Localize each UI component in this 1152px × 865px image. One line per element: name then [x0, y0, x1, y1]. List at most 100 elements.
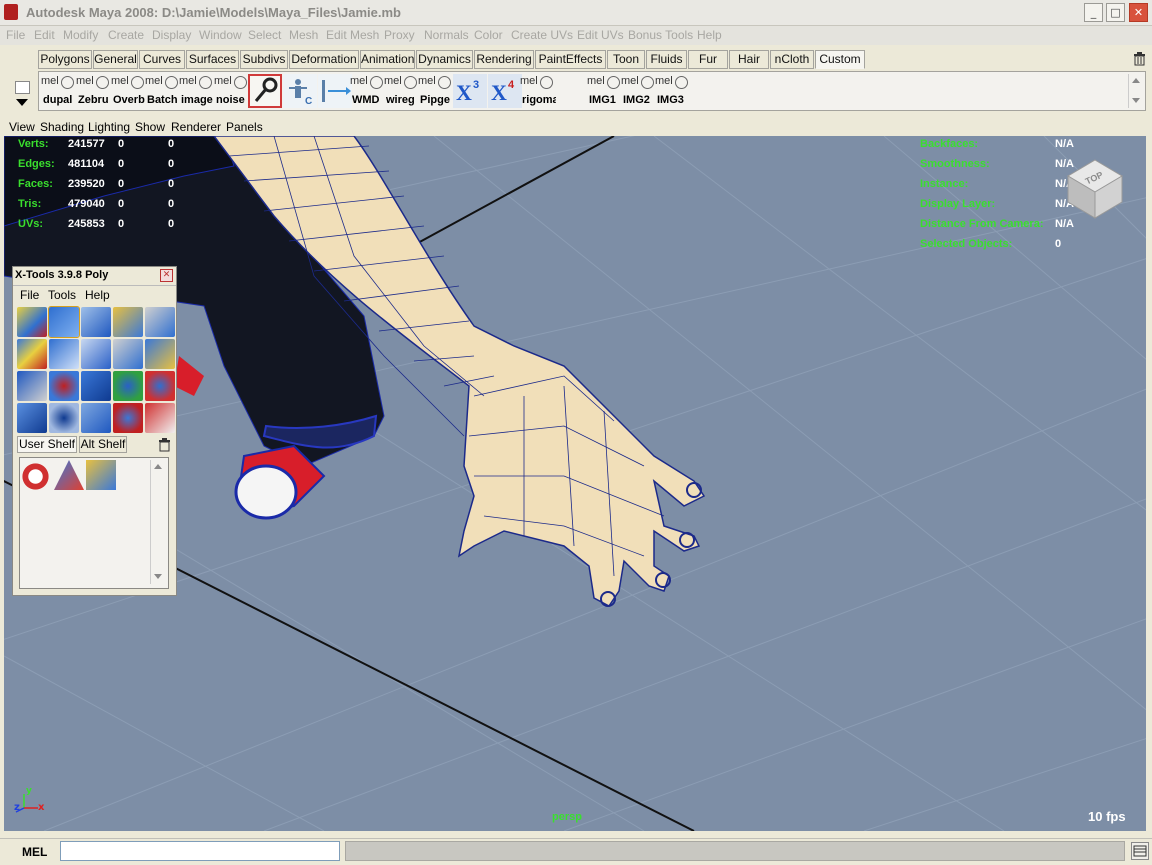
xtools-menu-file[interactable]: File: [20, 288, 39, 302]
shelf-button-dupal[interactable]: mel dupal: [41, 74, 75, 108]
panel-menu-lighting[interactable]: Lighting: [88, 120, 130, 134]
xtools-tool-15-icon[interactable]: [145, 371, 175, 401]
shelf-menu-arrow-icon[interactable]: [16, 99, 28, 106]
xtools-tool-1-icon[interactable]: [17, 307, 47, 337]
xtools-tool-17-icon[interactable]: [49, 403, 79, 433]
script-editor-button[interactable]: [1131, 842, 1149, 860]
menu-create-uvs[interactable]: Create UVs: [511, 28, 573, 42]
menu-help[interactable]: Help: [697, 28, 722, 42]
minimize-button[interactable]: _: [1084, 3, 1103, 22]
shelf-button-character[interactable]: C: [283, 74, 317, 108]
scroll-down-icon[interactable]: [154, 574, 162, 579]
menu-proxy[interactable]: Proxy: [384, 28, 415, 42]
panel-menu-show[interactable]: Show: [135, 120, 165, 134]
xtools-shelf-plane-icon[interactable]: [86, 460, 116, 490]
xtools-tool-10-icon[interactable]: [145, 339, 175, 369]
xtools-tool-13-icon[interactable]: [81, 371, 111, 401]
menu-mesh[interactable]: Mesh: [289, 28, 318, 42]
shelf-button-batch[interactable]: mel Batch: [145, 74, 179, 108]
shelf-button-xtools4[interactable]: X4: [488, 74, 522, 108]
shelf-button-wireg[interactable]: mel wireg: [384, 74, 418, 108]
shelf-button-rigoma[interactable]: mel rigoma: [520, 74, 556, 108]
xtools-shelf-cone-icon[interactable]: [54, 460, 84, 490]
xtools-tool-20-icon[interactable]: [145, 403, 175, 433]
xtools-tab-alt-shelf[interactable]: Alt Shelf: [79, 436, 127, 453]
panel-menu-renderer[interactable]: Renderer: [171, 120, 221, 134]
close-button[interactable]: ✕: [1129, 3, 1148, 22]
shelf-tab-toon[interactable]: Toon: [607, 50, 645, 69]
scroll-down-icon[interactable]: [1132, 98, 1140, 103]
menu-window[interactable]: Window: [199, 28, 242, 42]
shelf-tab-fluids[interactable]: Fluids: [646, 50, 687, 69]
shelf-tab-dynamics[interactable]: Dynamics: [416, 50, 473, 69]
shelf-button-img3[interactable]: mel IMG3: [655, 74, 689, 108]
xtools-window[interactable]: X-Tools 3.9.8 Poly ✕ File Tools Help Use…: [12, 266, 177, 596]
shelf-button-pipge[interactable]: mel Pipge: [418, 74, 452, 108]
shelf-tab-polygons[interactable]: Polygons: [38, 50, 92, 69]
xtools-tool-14-icon[interactable]: [113, 371, 143, 401]
shelf-button-wmd[interactable]: mel WMD: [350, 74, 384, 108]
shelf-button-xtools3[interactable]: X3: [453, 74, 487, 108]
shelf-tab-ncloth[interactable]: nCloth: [770, 50, 814, 69]
shelf-button-transfer[interactable]: [318, 74, 352, 108]
xtools-tool-7-icon[interactable]: [49, 339, 79, 369]
shelf-tab-painteffects[interactable]: PaintEffects: [535, 50, 606, 69]
menu-normals[interactable]: Normals: [424, 28, 469, 42]
xtools-tool-12-icon[interactable]: [49, 371, 79, 401]
view-cube[interactable]: TOP: [1064, 158, 1126, 220]
xtools-tool-16-icon[interactable]: [17, 403, 47, 433]
shelf-tab-general[interactable]: General: [93, 50, 138, 69]
xtools-titlebar[interactable]: X-Tools 3.9.8 Poly ✕: [13, 267, 176, 286]
shelf-tab-rendering[interactable]: Rendering: [474, 50, 534, 69]
shelf-button-noise[interactable]: mel noise: [214, 74, 248, 108]
scroll-up-icon[interactable]: [154, 464, 162, 469]
xtools-tool-19-icon[interactable]: [113, 403, 143, 433]
xtools-tab-user-shelf[interactable]: User Shelf: [17, 436, 77, 453]
maximize-button[interactable]: □: [1106, 3, 1125, 22]
xtools-menu-help[interactable]: Help: [85, 288, 110, 302]
shelf-tab-subdivs[interactable]: Subdivs: [240, 50, 288, 69]
shelf-tab-curves[interactable]: Curves: [139, 50, 185, 69]
shelf-tab-custom[interactable]: Custom: [815, 50, 865, 69]
shelf-button-overb[interactable]: mel Overb: [111, 74, 145, 108]
xtools-menu-tools[interactable]: Tools: [48, 288, 76, 302]
xtools-shelf-undo-icon[interactable]: [22, 460, 52, 490]
xtools-trash-icon[interactable]: [158, 437, 171, 452]
mel-command-input[interactable]: [60, 841, 340, 861]
xtools-tool-9-icon[interactable]: [113, 339, 143, 369]
menu-color[interactable]: Color: [474, 28, 503, 42]
xtools-tool-6-icon[interactable]: [17, 339, 47, 369]
shelf-button-image[interactable]: mel image: [179, 74, 213, 108]
menu-bonus-tools[interactable]: Bonus Tools: [628, 28, 693, 42]
menu-create[interactable]: Create: [108, 28, 144, 42]
shelf-button-zebru[interactable]: mel Zebru: [76, 74, 110, 108]
panel-menu-shading[interactable]: Shading: [40, 120, 84, 134]
shelf-tab-hair[interactable]: Hair: [729, 50, 769, 69]
xtools-tool-11-icon[interactable]: [17, 371, 47, 401]
xtools-tool-18-icon[interactable]: [81, 403, 111, 433]
shelf-tab-surfaces[interactable]: Surfaces: [186, 50, 239, 69]
shelf-tab-deformation[interactable]: Deformation: [289, 50, 359, 69]
xtools-tool-2-icon[interactable]: [48, 306, 80, 338]
xtools-shelf-scrollbar[interactable]: [150, 460, 165, 584]
menu-edit-uvs[interactable]: Edit UVs: [577, 28, 624, 42]
shelf-button-wrench[interactable]: [248, 74, 282, 108]
menu-select[interactable]: Select: [248, 28, 281, 42]
xtools-close-button[interactable]: ✕: [160, 269, 173, 282]
menu-edit-mesh[interactable]: Edit Mesh: [326, 28, 379, 42]
xtools-tool-3-icon[interactable]: [81, 307, 111, 337]
mel-language-toggle[interactable]: MEL: [22, 845, 47, 859]
shelf-menu-control[interactable]: [12, 75, 32, 111]
menu-file[interactable]: File: [6, 28, 25, 42]
shelf-tab-toggle[interactable]: [15, 81, 30, 94]
menu-display[interactable]: Display: [152, 28, 191, 42]
panel-menu-view[interactable]: View: [9, 120, 35, 134]
menu-edit[interactable]: Edit: [34, 28, 55, 42]
xtools-tool-8-icon[interactable]: [81, 339, 111, 369]
shelf-button-img1[interactable]: mel IMG1: [587, 74, 621, 108]
xtools-tool-4-icon[interactable]: [113, 307, 143, 337]
shelf-tab-fur[interactable]: Fur: [688, 50, 728, 69]
scroll-up-icon[interactable]: [1132, 78, 1140, 83]
shelf-tab-animation[interactable]: Animation: [360, 50, 415, 69]
menu-modify[interactable]: Modify: [63, 28, 98, 42]
